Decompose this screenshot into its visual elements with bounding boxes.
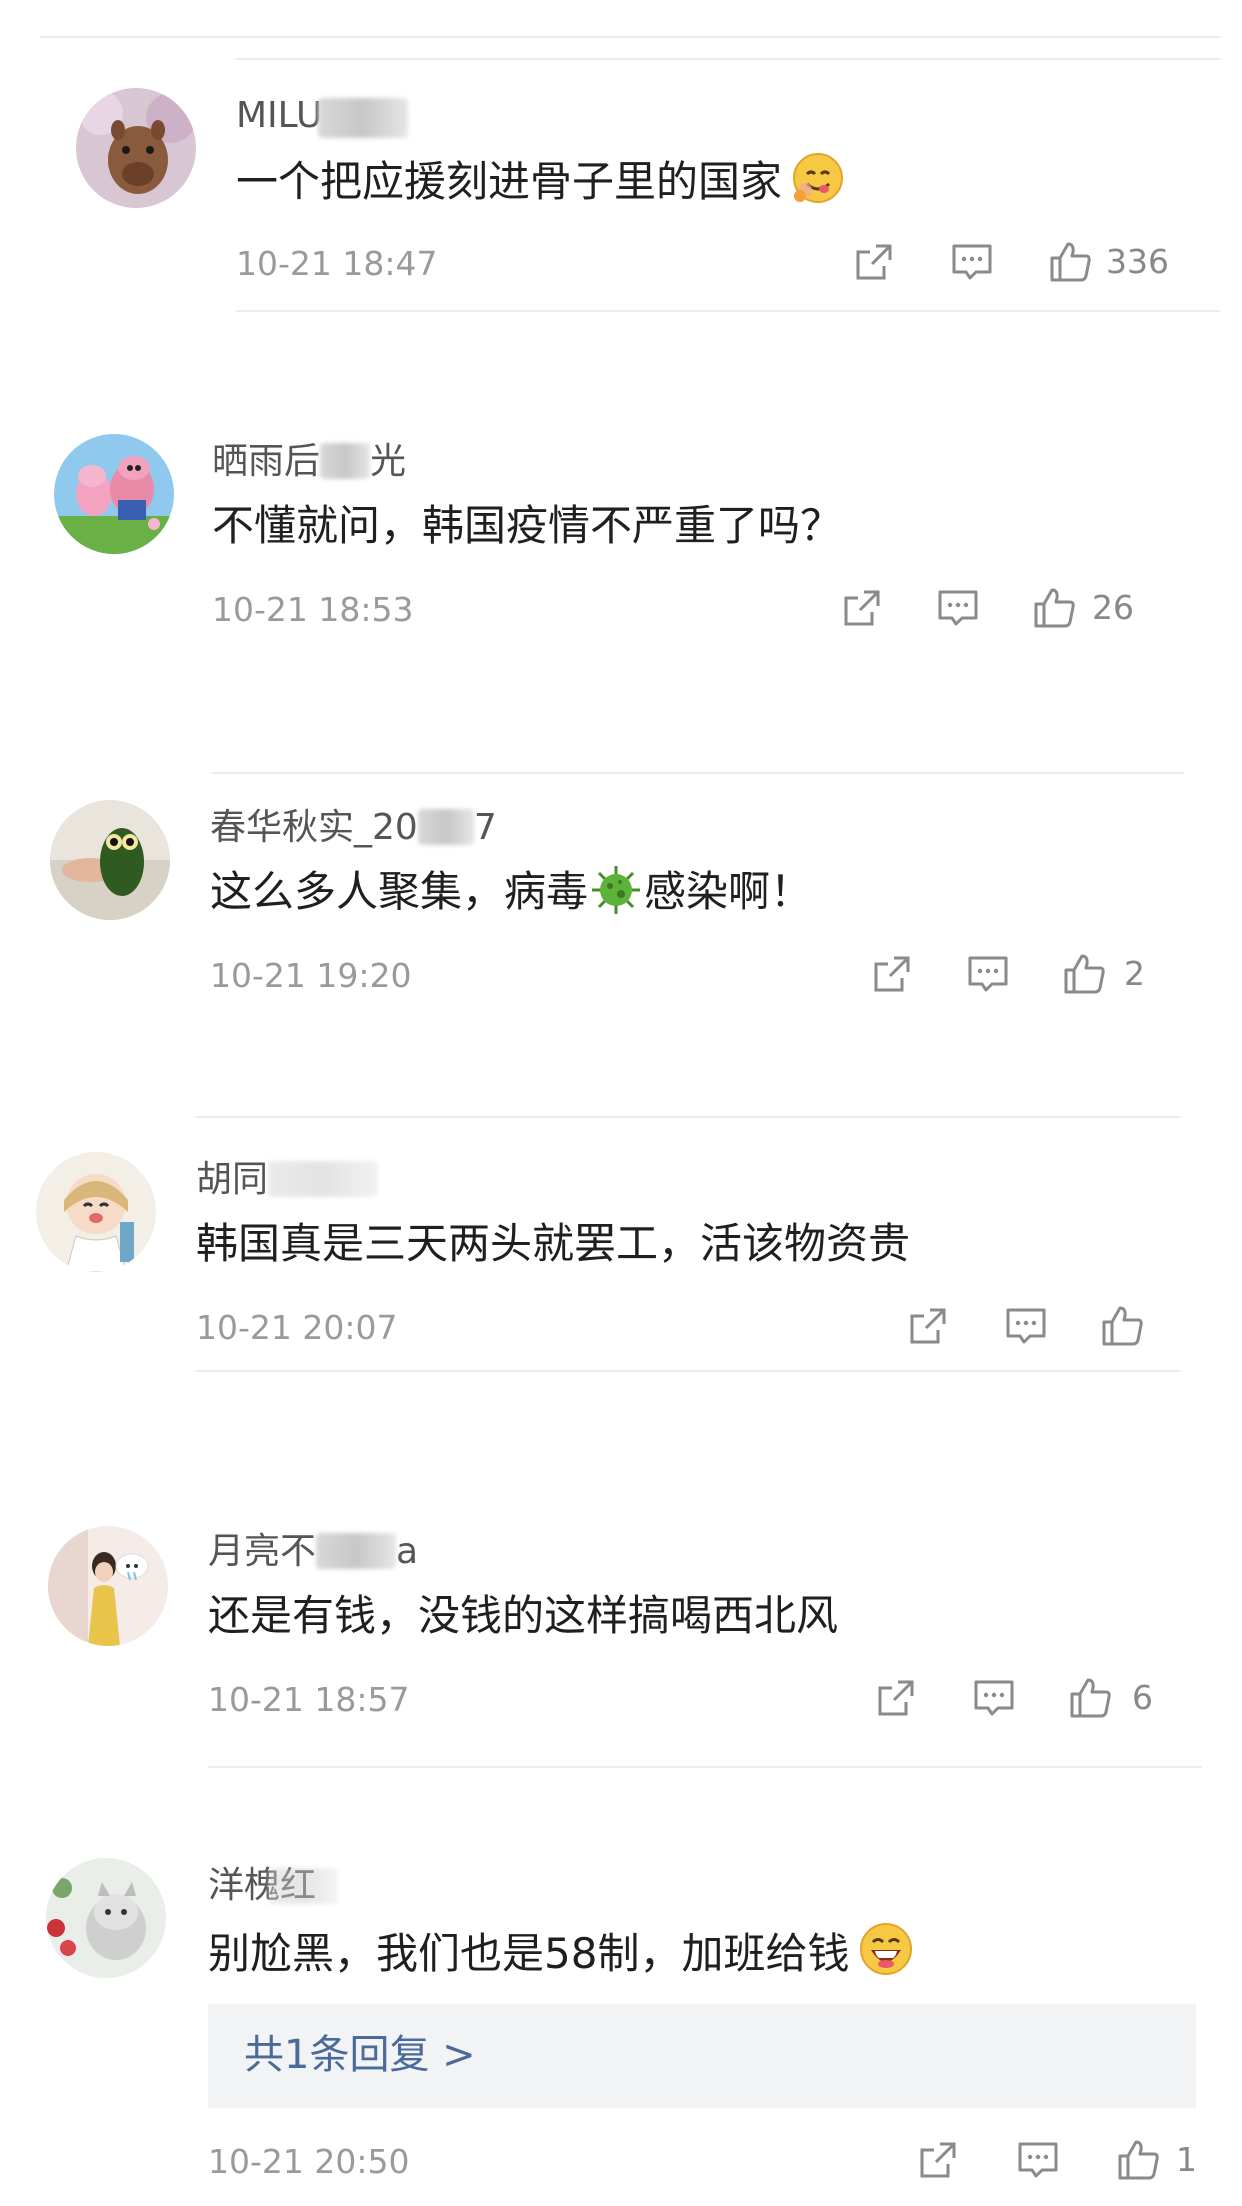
comment-text: 一个把应援刻进骨子里的国家 (236, 152, 844, 218)
username[interactable]: MILU (236, 94, 322, 138)
thumbs-up-icon[interactable] (1046, 238, 1094, 286)
comment-text: 还是有钱，没钱的这样搞喝西北风 (208, 1591, 839, 1640)
redaction (268, 1161, 379, 1197)
view-replies-link[interactable]: 共1条回复 > (244, 2030, 476, 2080)
avatar[interactable] (50, 800, 170, 920)
divider (196, 1370, 1180, 1372)
share-icon[interactable] (914, 2136, 962, 2184)
comment-icon[interactable] (1002, 1302, 1050, 1350)
thumbs-up-icon[interactable] (1098, 1302, 1146, 1350)
share-icon[interactable] (868, 950, 916, 998)
thumbs-up-icon[interactable] (1060, 950, 1108, 998)
redaction (318, 98, 408, 138)
comment-icon[interactable] (970, 1674, 1018, 1722)
like-count: 1 (1176, 2140, 1197, 2179)
comment-text: 别尬黑，我们也是58制，加班给钱 (208, 1922, 913, 1990)
like-count: 26 (1092, 588, 1134, 627)
redaction (316, 1533, 397, 1569)
like-count: 2 (1124, 954, 1145, 993)
timestamp: 10-21 18:57 (208, 1680, 410, 1719)
avatar[interactable] (54, 434, 174, 554)
action-bar: 2 (868, 950, 1168, 998)
username[interactable]: 春华秋实_20 7 (210, 806, 497, 850)
like-count: 336 (1106, 242, 1169, 281)
face-savoring-icon (792, 152, 844, 218)
share-icon[interactable] (838, 584, 886, 632)
comment-icon[interactable] (948, 238, 996, 286)
avatar[interactable] (76, 88, 196, 208)
thumbs-up-icon[interactable] (1114, 2136, 1162, 2184)
top-divider (40, 36, 1220, 38)
comment-text: 韩国真是三天两头就罢工，活该物资贵 (196, 1219, 911, 1268)
virus-icon (590, 864, 642, 930)
avatar[interactable] (48, 1526, 168, 1646)
action-bar: 336 (850, 238, 1180, 286)
timestamp: 10-21 20:50 (208, 2142, 410, 2181)
comment-icon[interactable] (964, 950, 1012, 998)
thumbs-up-icon[interactable] (1030, 584, 1078, 632)
comment-text: 不懂就问，韩国疫情不严重了吗？ (212, 501, 843, 550)
comment-icon[interactable] (934, 584, 982, 632)
divider (236, 58, 1220, 60)
username[interactable]: 胡同 (196, 1158, 379, 1202)
timestamp: 10-21 18:47 (236, 244, 438, 283)
reply-summary-box[interactable]: 共1条回复 > (208, 2004, 1196, 2108)
divider (236, 310, 1220, 312)
username[interactable]: 晒雨后光 (212, 440, 406, 484)
avatar[interactable] (46, 1858, 166, 1978)
share-icon[interactable] (872, 1674, 920, 1722)
timestamp: 10-21 20:07 (196, 1308, 398, 1347)
timestamp: 10-21 19:20 (210, 956, 412, 995)
comment-text: 这么多人聚集，病毒 感染啊！ (210, 864, 812, 930)
redaction (268, 1868, 338, 1904)
thumbs-up-icon[interactable] (1066, 1674, 1114, 1722)
share-icon[interactable] (850, 238, 898, 286)
divider (196, 1116, 1180, 1118)
avatar[interactable] (36, 1152, 156, 1272)
timestamp: 10-21 18:53 (212, 590, 414, 629)
action-bar: 1 (914, 2136, 1204, 2184)
redaction (417, 809, 474, 845)
username[interactable]: 月亮不 a (208, 1530, 418, 1574)
laughing-face-icon (859, 1922, 913, 1990)
action-bar: 26 (838, 584, 1168, 632)
comment-icon[interactable] (1014, 2136, 1062, 2184)
divider (208, 1766, 1202, 1768)
divider (212, 772, 1184, 774)
action-bar: 6 (872, 1674, 1172, 1722)
share-icon[interactable] (904, 1302, 952, 1350)
action-bar (904, 1302, 1164, 1350)
redaction (320, 443, 371, 479)
like-count: 6 (1132, 1678, 1153, 1717)
